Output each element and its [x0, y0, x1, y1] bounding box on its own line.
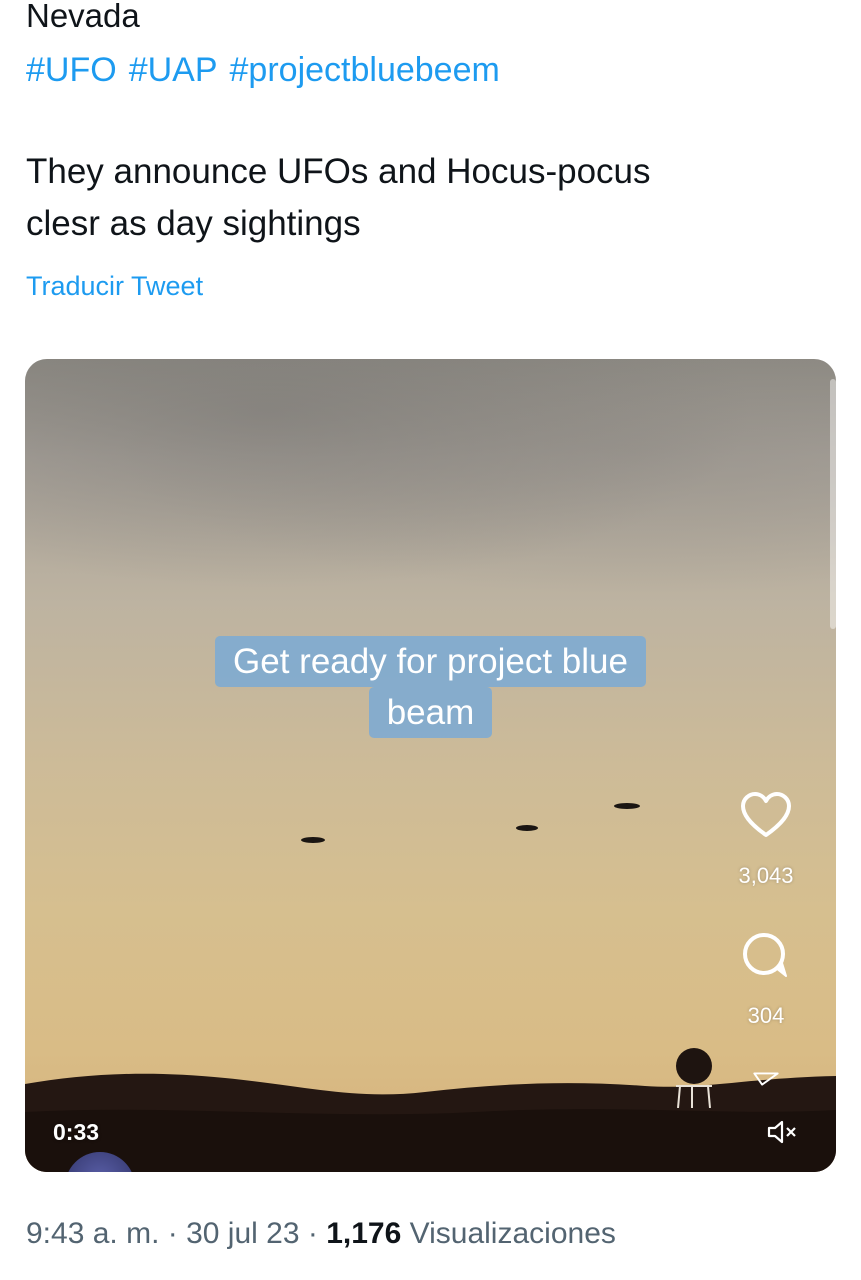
hashtag-row: #UFO #UAP #projectbluebeem [26, 46, 500, 94]
like-count: 3,043 [738, 863, 794, 888]
tweet-date[interactable]: 30 jul 23 [186, 1217, 299, 1250]
hashtag-uap[interactable]: #UAP [129, 46, 218, 94]
tweet-location-text: Nevada [26, 0, 140, 34]
video-caption-line: Get ready for project blue [215, 636, 646, 687]
heart-icon[interactable] [739, 789, 793, 843]
meta-separator: · [307, 1217, 318, 1250]
ufo-object [301, 837, 325, 843]
video-scroll-indicator [830, 379, 836, 629]
video-caption-line: beam [368, 687, 493, 738]
tweet-time[interactable]: 9:43 a. m. [26, 1217, 159, 1250]
translate-tweet-link[interactable]: Traducir Tweet [26, 266, 203, 306]
video-duration: 0:33 [53, 1119, 100, 1145]
views-count[interactable]: 1,176 [326, 1217, 401, 1250]
mute-icon[interactable] [766, 1117, 800, 1147]
tweet-body-line: clesr as day sightings [26, 204, 361, 243]
tweet-body: They announce UFOs and Hocus-pocus clesr… [26, 146, 826, 250]
tweet-detail: Nevada #UFO #UAP #projectbluebeem They a… [0, 0, 861, 1280]
meta-separator: · [167, 1217, 178, 1250]
comment-icon[interactable] [739, 929, 793, 983]
ufo-object [614, 803, 640, 809]
tweet-metadata: 9:43 a. m. · 30 jul 23 · 1,176 Visualiza… [26, 1212, 616, 1256]
comment-count: 304 [747, 1003, 785, 1028]
video-player[interactable]: Get ready for project blue beam 3,043 30… [25, 359, 836, 1172]
hashtag-ufo[interactable]: #UFO [26, 46, 117, 94]
share-icon[interactable] [739, 1069, 793, 1099]
hashtag-projectbluebeem[interactable]: #projectbluebeem [230, 46, 500, 94]
views-label: Visualizaciones [409, 1217, 616, 1250]
video-caption: Get ready for project blue beam [25, 636, 836, 738]
tweet-body-line: They announce UFOs and Hocus-pocus [26, 152, 651, 191]
ufo-object [516, 825, 538, 831]
video-sky [25, 359, 836, 619]
radar-tower-legs [676, 1085, 712, 1108]
radar-tower-dome [676, 1048, 712, 1084]
video-side-actions: 3,043 304 [726, 789, 806, 1099]
